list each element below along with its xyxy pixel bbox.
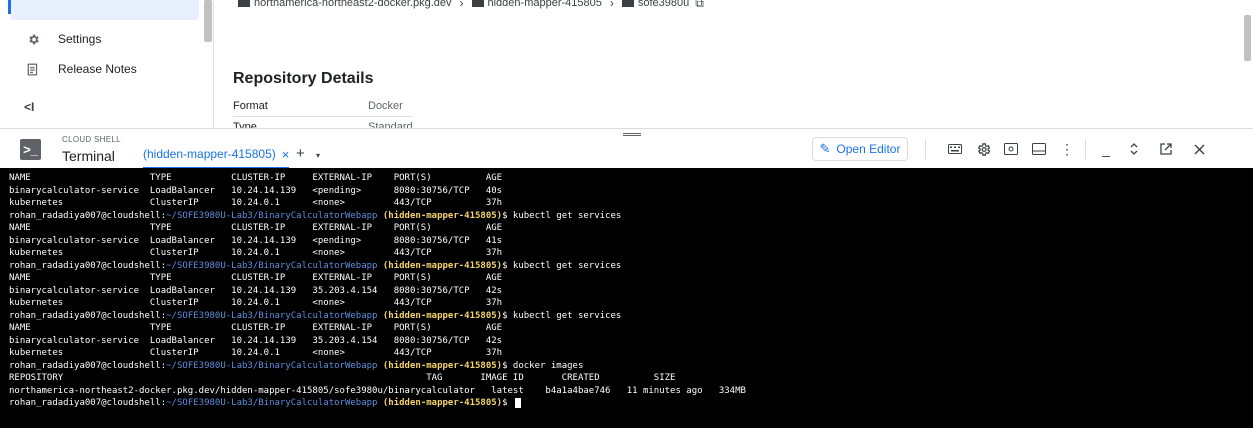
prompt-project: (hidden-mapper-415805): [377, 210, 503, 221]
console-page: Settings Release Notes <I northamerica-n…: [0, 0, 1253, 130]
terminal-output[interactable]: NAME TYPE CLUSTER-IP EXTERNAL-IP PORT(S)…: [0, 168, 1253, 428]
prompt-project: (hidden-mapper-415805): [377, 360, 503, 371]
prompt-path: ~/SOFE3980U-Lab3/BinaryCalculatorWebapp: [166, 310, 378, 321]
repository-icon: [621, 0, 634, 7]
prompt-project: (hidden-mapper-415805): [377, 398, 503, 408]
cloud-shell-toolbar: >_ CLOUD SHELL Terminal (hidden-mapper-4…: [0, 128, 1253, 169]
prompt-path: ~/SOFE3980U-Lab3/BinaryCalculatorWebapp: [166, 210, 378, 221]
sidebar-scrollbar[interactable]: [204, 0, 212, 42]
collapse-sidebar-button[interactable]: <I: [24, 100, 34, 114]
layout-panel-icon[interactable]: [1029, 139, 1049, 159]
terminal-prompt-line: rohan_radadiya007@cloudshell:~/SOFE3980U…: [9, 210, 1253, 223]
toolbar-divider: [925, 139, 926, 159]
detail-key: Format: [233, 100, 268, 112]
terminal-output-line: NAME TYPE CLUSTER-IP EXTERNAL-IP PORT(S)…: [9, 323, 503, 333]
prompt-command: $ kubectl get services: [502, 310, 622, 321]
open-editor-label: Open Editor: [836, 142, 901, 156]
resize-handle[interactable]: [623, 133, 641, 136]
sidebar: Settings Release Notes <I: [0, 0, 214, 130]
prompt-command: $ kubectl get services: [502, 260, 622, 271]
registry-icon: [238, 0, 250, 7]
detail-value: Docker: [368, 100, 403, 112]
terminal-output-line: northamerica-northeast2-docker.pkg.dev/h…: [9, 385, 746, 396]
terminal-output-line: binarycalculator-service LoadBalancer 10…: [9, 185, 503, 196]
sidebar-item-label: Release Notes: [58, 62, 137, 76]
prompt-command: $: [502, 398, 513, 408]
prompt-user-host: rohan_radadiya007@cloudshell:: [9, 310, 167, 321]
prompt-project: (hidden-mapper-415805): [377, 260, 503, 271]
detail-row-format: Format Docker: [233, 96, 413, 117]
open-editor-button[interactable]: ✎ Open Editor: [812, 137, 908, 161]
gear-icon: [26, 32, 40, 46]
settings-gear-icon[interactable]: [973, 139, 993, 159]
terminal-output-line: binarycalculator-service LoadBalancer 10…: [9, 335, 503, 346]
terminal-output-line: kubernetes ClusterIP 10.24.0.1 <none> 44…: [9, 298, 503, 308]
page-scrollbar[interactable]: [1244, 15, 1251, 61]
page-title: Repository Details: [233, 70, 374, 87]
terminal-output-line: binarycalculator-service LoadBalancer 10…: [9, 285, 503, 296]
breadcrumb-item[interactable]: hidden-mapper-415805: [471, 0, 602, 9]
prompt-path: ~/SOFE3980U-Lab3/BinaryCalculatorWebapp: [166, 260, 378, 271]
breadcrumb: northamerica-northeast2-docker.pkg.dev ›…: [238, 0, 712, 14]
terminal-output-line: binarycalculator-service LoadBalancer 10…: [9, 235, 503, 246]
keyboard-icon[interactable]: [945, 139, 965, 159]
web-preview-icon[interactable]: [1001, 139, 1021, 159]
tab-label: (hidden-mapper-415805): [143, 147, 276, 161]
prompt-project: (hidden-mapper-415805): [377, 310, 503, 321]
terminal-cursor: [514, 397, 521, 408]
terminal-prompt-line: rohan_radadiya007@cloudshell:~/SOFE3980U…: [9, 310, 1253, 323]
terminal-title: Terminal: [62, 148, 115, 164]
terminal-output-line: NAME TYPE CLUSTER-IP EXTERNAL-IP PORT(S)…: [9, 273, 503, 283]
close-icon[interactable]: [1189, 139, 1209, 159]
terminal-prompt-line: rohan_radadiya007@cloudshell:~/SOFE3980U…: [9, 397, 1253, 410]
sidebar-active-indicator: [8, 0, 11, 14]
chevron-right-icon: ›: [459, 0, 464, 10]
prompt-user-host: rohan_radadiya007@cloudshell:: [9, 360, 167, 371]
prompt-command: $ kubectl get services: [502, 210, 622, 221]
copy-icon[interactable]: ⧉: [695, 0, 704, 11]
cloud-shell-icon: >_: [20, 139, 41, 160]
cloud-shell-label: CLOUD SHELL: [62, 135, 121, 144]
breadcrumb-item[interactable]: northamerica-northeast2-docker.pkg.dev: [238, 0, 452, 9]
prompt-user-host: rohan_radadiya007@cloudshell:: [9, 260, 167, 271]
project-icon: [471, 0, 484, 7]
sidebar-active-item[interactable]: [11, 0, 199, 20]
toolbar-divider: [1085, 139, 1086, 159]
terminal-output-line: NAME TYPE CLUSTER-IP EXTERNAL-IP PORT(S)…: [9, 223, 503, 233]
terminal-prompt-line: rohan_radadiya007@cloudshell:~/SOFE3980U…: [9, 260, 1253, 273]
close-tab-icon[interactable]: ×: [282, 147, 290, 162]
chevron-right-icon: ›: [609, 0, 614, 10]
sidebar-item-release-notes[interactable]: Release Notes: [0, 54, 200, 84]
prompt-path: ~/SOFE3980U-Lab3/BinaryCalculatorWebapp: [166, 398, 378, 408]
terminal-output-line: kubernetes ClusterIP 10.24.0.1 <none> 44…: [9, 348, 503, 358]
terminal-output-line: kubernetes ClusterIP 10.24.0.1 <none> 44…: [9, 198, 503, 208]
terminal-tab[interactable]: (hidden-mapper-415805) ×: [143, 147, 290, 169]
restore-size-icon[interactable]: [1124, 139, 1144, 159]
release-notes-icon: [26, 62, 40, 76]
prompt-user-host: rohan_radadiya007@cloudshell:: [9, 398, 167, 408]
sidebar-item-label: Settings: [58, 32, 102, 46]
prompt-path: ~/SOFE3980U-Lab3/BinaryCalculatorWebapp: [166, 360, 378, 371]
more-vert-icon[interactable]: ⋮: [1057, 139, 1077, 159]
open-in-new-window-icon[interactable]: [1156, 139, 1176, 159]
tab-menu-dropdown[interactable]: ▾: [316, 151, 320, 160]
pencil-icon: ✎: [819, 141, 831, 156]
sidebar-item-settings[interactable]: Settings: [0, 24, 200, 54]
add-tab-button[interactable]: +: [296, 145, 305, 162]
breadcrumb-item[interactable]: sofe3980u: [621, 0, 689, 9]
terminal-output-line: NAME TYPE CLUSTER-IP EXTERNAL-IP PORT(S)…: [9, 173, 503, 183]
prompt-command: $ docker images: [502, 360, 584, 371]
prompt-user-host: rohan_radadiya007@cloudshell:: [9, 210, 167, 221]
terminal-output-line: kubernetes ClusterIP 10.24.0.1 <none> 44…: [9, 248, 503, 258]
minimize-icon[interactable]: _: [1096, 139, 1116, 159]
terminal-output-line: REPOSITORY TAG IMAGE ID CREATED SIZE: [9, 373, 676, 383]
terminal-prompt-line: rohan_radadiya007@cloudshell:~/SOFE3980U…: [9, 360, 1253, 373]
